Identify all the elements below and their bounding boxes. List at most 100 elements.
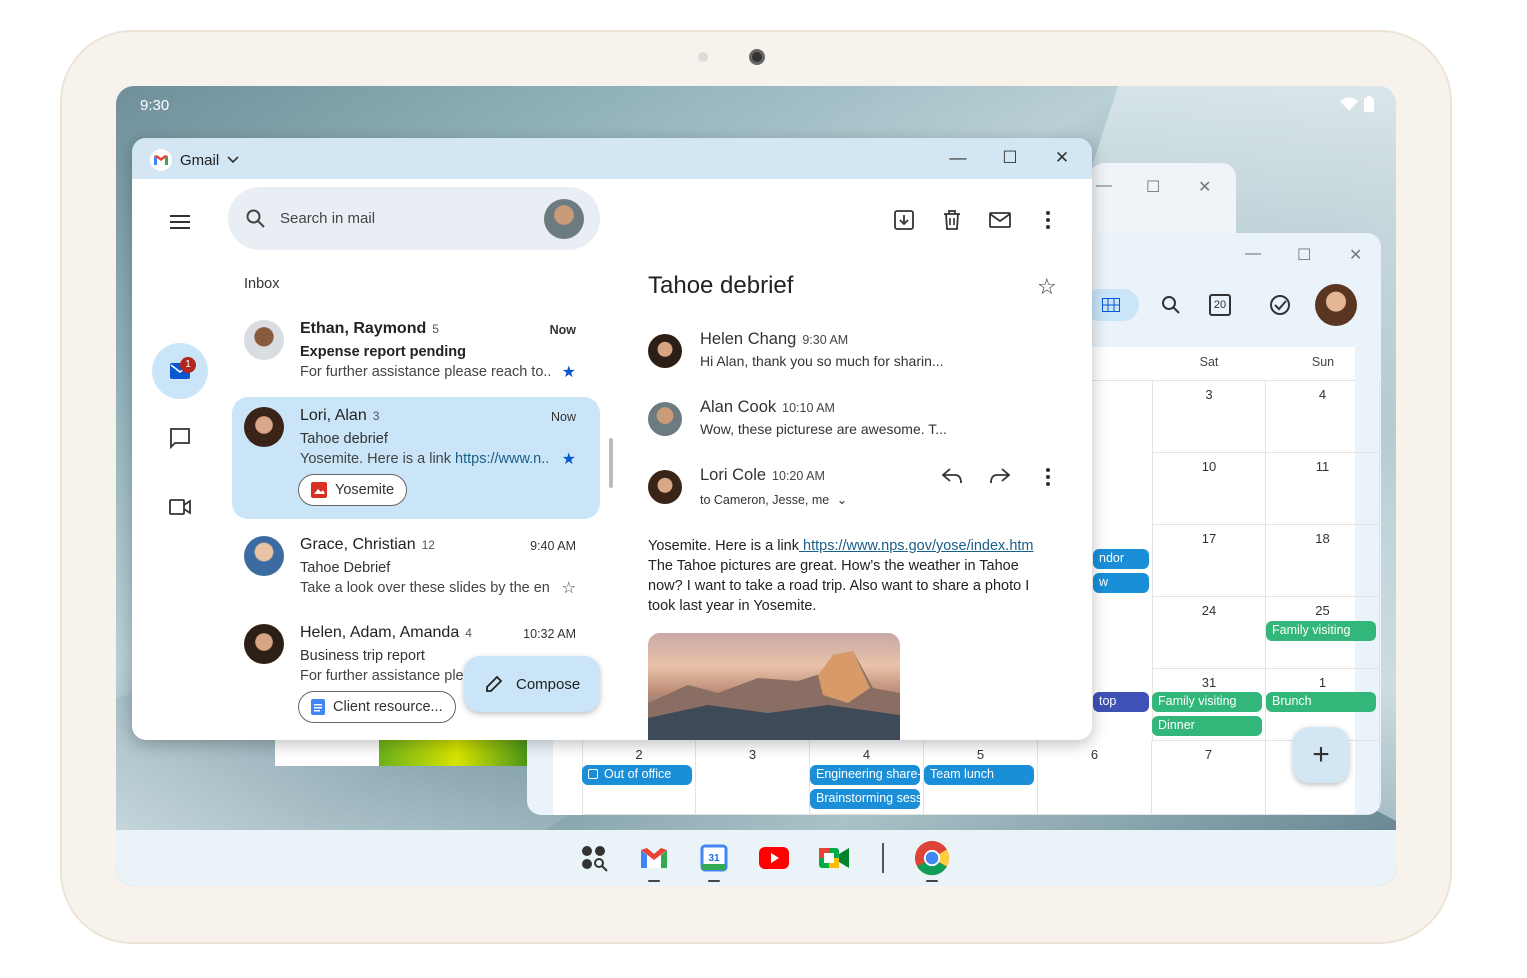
delete-icon[interactable]: [940, 208, 964, 232]
message-collapsed[interactable]: Alan Cook 10:10 AM Wow, these picturese a…: [648, 398, 1068, 442]
inbox-label: Inbox: [244, 276, 280, 292]
star-outline-icon[interactable]: ☆: [562, 578, 576, 598]
calendar-event[interactable]: Brunch: [1266, 692, 1376, 712]
chevron-down-icon[interactable]: ⌄: [837, 493, 847, 507]
close-icon[interactable]: ✕: [1349, 245, 1362, 265]
day-header-sat: Sat: [1199, 355, 1219, 369]
calendar-event[interactable]: Out of office: [582, 765, 692, 785]
date-number: 4: [1318, 387, 1327, 402]
archive-icon[interactable]: [892, 208, 916, 232]
mail-sender: Grace, Christian: [300, 536, 416, 553]
scrollbar[interactable]: [609, 438, 613, 488]
calendar-event[interactable]: w: [1093, 573, 1149, 593]
avatar[interactable]: [1315, 284, 1357, 326]
compose-button[interactable]: Compose: [464, 656, 600, 712]
minimize-icon[interactable]: —: [948, 148, 968, 168]
calendar-event[interactable]: top: [1093, 692, 1149, 712]
attachment-chip[interactable]: Client resource...: [298, 691, 456, 723]
calendar-event[interactable]: ndor: [1093, 549, 1149, 569]
calendar-icon[interactable]: 31: [696, 840, 732, 882]
app-menu[interactable]: Gmail: [150, 149, 239, 171]
launcher-icon[interactable]: [576, 840, 612, 876]
thread-count: 4: [465, 626, 472, 640]
search-input[interactable]: Search in mail: [280, 210, 375, 227]
calendar-cell[interactable]: 3: [696, 741, 810, 815]
calendar-cell[interactable]: 11: [1266, 453, 1380, 525]
youtube-icon[interactable]: [756, 840, 792, 876]
body-link[interactable]: https://www.nps.gov/yose/index.htm: [799, 538, 1034, 554]
date-number: 24: [1201, 603, 1217, 618]
gmail-window[interactable]: Gmail — ☐ ✕ 1 Search in mail Inbox Ethan…: [132, 138, 1092, 740]
calendar-cell[interactable]: 24: [1152, 597, 1266, 669]
list-item[interactable]: Ethan, Raymond 5 Now Expense report pendi…: [232, 310, 600, 390]
date-number: 10: [1201, 459, 1217, 474]
meet-video-icon[interactable]: [162, 489, 198, 525]
attached-photo[interactable]: [648, 633, 900, 740]
today-icon[interactable]: 20: [1209, 294, 1231, 316]
close-icon[interactable]: ✕: [1052, 148, 1072, 168]
calendar-cell[interactable]: 3: [1152, 381, 1266, 453]
mark-unread-icon[interactable]: [988, 208, 1012, 232]
calendar-event[interactable]: Family visiting: [1152, 692, 1262, 712]
more-vert-icon[interactable]: [1036, 208, 1060, 232]
reply-icon[interactable]: [942, 468, 962, 484]
search-icon: [246, 209, 265, 228]
grid-icon: [1102, 298, 1120, 312]
attachment-chip[interactable]: Yosemite: [298, 474, 408, 506]
star-outline-icon[interactable]: ☆: [1037, 274, 1057, 300]
list-item[interactable]: Grace, Christian 12 9:40 AM Tahoe Debrief…: [232, 526, 600, 606]
mail-sender: Ethan, Raymond: [300, 320, 427, 337]
calendar-event[interactable]: Family visiting: [1266, 621, 1376, 641]
maximize-icon[interactable]: ☐: [1146, 177, 1160, 197]
star-icon[interactable]: ★: [562, 449, 576, 469]
calendar-event[interactable]: Dinner: [1152, 716, 1262, 736]
mail-time: 9:40 AM: [530, 539, 576, 553]
title-bar[interactable]: Gmail — ☐ ✕: [132, 138, 1092, 179]
minimize-icon[interactable]: —: [1245, 245, 1261, 263]
out-of-office-icon: [588, 769, 598, 779]
message-body: Yosemite. Here is a link https://www.nps…: [648, 536, 1038, 616]
tasks-icon[interactable]: [1269, 294, 1291, 316]
more-vert-icon[interactable]: [1046, 468, 1050, 486]
calendar-event[interactable]: Team lunch: [924, 765, 1034, 785]
create-event-button[interactable]: +: [1293, 727, 1349, 783]
compose-label: Compose: [516, 675, 581, 693]
plus-icon: +: [1312, 738, 1330, 771]
list-item[interactable]: Lori, Alan 3 Now Tahoe debrief Yosemite. …: [232, 397, 600, 519]
gmail-logo-icon: [150, 149, 172, 171]
mail-sender: Lori, Alan: [300, 407, 367, 424]
calendar-cell[interactable]: 4: [1266, 381, 1380, 453]
mail-time: 10:32 AM: [523, 627, 576, 641]
calendar-event[interactable]: Engineering share-: [810, 765, 920, 785]
thread-count: 12: [421, 538, 435, 552]
forward-icon[interactable]: [990, 468, 1010, 484]
nav-mail[interactable]: 1: [152, 343, 208, 399]
chrome-icon[interactable]: [914, 840, 950, 882]
menu-icon[interactable]: [162, 204, 198, 240]
maximize-icon[interactable]: ☐: [1297, 245, 1311, 265]
star-icon[interactable]: ★: [562, 362, 576, 382]
mail-time: Now: [549, 323, 576, 337]
minimize-icon[interactable]: —: [1096, 177, 1112, 195]
account-avatar[interactable]: [544, 199, 584, 239]
maximize-icon[interactable]: ☐: [1000, 148, 1020, 168]
status-bar: 9:30: [116, 86, 1396, 126]
calendar-event[interactable]: Brainstorming sess: [810, 789, 920, 809]
recipients[interactable]: to Cameron, Jesse, me: [700, 493, 829, 507]
calendar-cell[interactable]: 7: [1152, 741, 1266, 815]
calendar-cell[interactable]: 18: [1266, 525, 1380, 597]
calendar-cell[interactable]: 17: [1152, 525, 1266, 597]
calendar-cell[interactable]: 10: [1152, 453, 1266, 525]
date-number: 31: [1201, 675, 1217, 690]
body-text: Yosemite. Here is a link: [648, 538, 799, 554]
close-icon[interactable]: ✕: [1198, 177, 1211, 197]
gmail-icon[interactable]: [636, 840, 672, 882]
meet-icon[interactable]: [816, 840, 852, 876]
mail-snippet: For further assistance please reach to..…: [300, 364, 550, 380]
search-icon[interactable]: [1161, 295, 1181, 315]
search-bar[interactable]: Search in mail: [228, 187, 600, 250]
chat-icon[interactable]: [162, 420, 198, 456]
mail-snippet: Yosemite. Here is a link: [300, 451, 456, 467]
calendar-cell[interactable]: 6: [1038, 741, 1152, 815]
message-collapsed[interactable]: Helen Chang 9:30 AM Hi Alan, thank you so…: [648, 330, 1068, 374]
